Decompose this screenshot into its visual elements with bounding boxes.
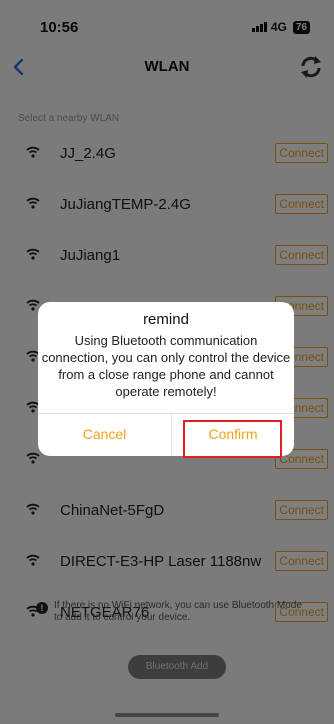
home-indicator (115, 713, 219, 717)
cancel-button[interactable]: Cancel (38, 413, 171, 456)
dialog-title: remind (143, 311, 189, 328)
confirm-highlight-box (183, 420, 282, 458)
dialog-message: Using Bluetooth communication connection… (41, 333, 291, 399)
